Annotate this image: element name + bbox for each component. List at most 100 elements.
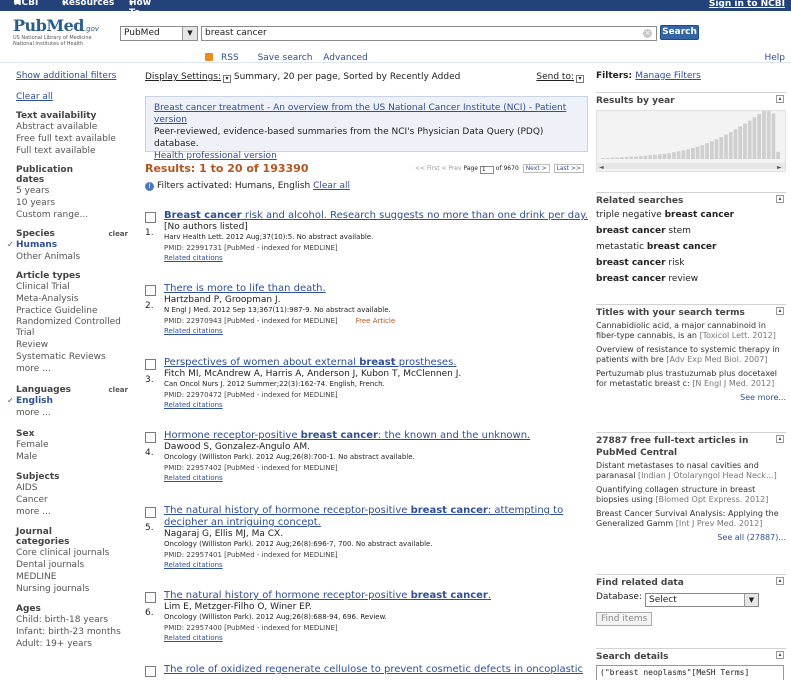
filter-item[interactable]: Other Animals: [16, 251, 128, 263]
year-bar[interactable]: [776, 151, 780, 159]
collapse-icon[interactable]: ▴: [776, 307, 784, 315]
title-result-link[interactable]: Cannabidiolic acid, a major cannabinoid …: [596, 321, 786, 341]
filter-item-selected[interactable]: ✓ Humans: [7, 239, 128, 251]
result-title-link[interactable]: The natural history of hormone receptor-…: [164, 505, 589, 529]
collapse-icon[interactable]: ▴: [776, 651, 784, 659]
filter-item[interactable]: Child: birth-18 years: [16, 614, 128, 626]
related-citations-link[interactable]: Related citations: [164, 254, 589, 262]
free-article-badge[interactable]: Free Article: [356, 317, 396, 325]
sign-in-link[interactable]: Sign in to NCBI: [709, 0, 785, 9]
year-bar[interactable]: [629, 156, 634, 159]
year-bar[interactable]: [624, 157, 629, 159]
collapse-icon[interactable]: ▴: [776, 435, 784, 443]
search-input[interactable]: breast cancer: [201, 26, 657, 41]
year-bar[interactable]: [676, 151, 681, 159]
result-checkbox[interactable]: [145, 285, 156, 296]
related-citations-link[interactable]: Related citations: [164, 561, 589, 569]
filter-item[interactable]: Nursing journals: [16, 583, 128, 595]
year-bar[interactable]: [743, 123, 747, 159]
results-by-year-chart[interactable]: ◄ ►: [596, 110, 786, 172]
related-search-link[interactable]: breast cancer risk: [596, 255, 786, 271]
year-bar[interactable]: [681, 150, 686, 159]
chevron-down-icon[interactable]: ▾: [222, 75, 231, 83]
title-result-link[interactable]: Pertuzumab plus trastuzumab plus docetax…: [596, 369, 786, 389]
scroll-right-icon[interactable]: ►: [777, 164, 782, 171]
year-bar[interactable]: [771, 113, 776, 159]
related-search-link[interactable]: breast cancer stem: [596, 223, 786, 239]
year-bar[interactable]: [738, 126, 743, 159]
year-bar[interactable]: [657, 154, 662, 159]
result-title-link[interactable]: The natural history of hormone receptor-…: [164, 590, 589, 602]
result-checkbox[interactable]: [145, 592, 156, 603]
result-checkbox[interactable]: [145, 666, 156, 677]
resources-menu[interactable]: Resources ▾: [62, 0, 114, 9]
year-bar[interactable]: [648, 155, 653, 159]
year-bar[interactable]: [724, 134, 728, 159]
database-select[interactable]: PubMed ▼: [120, 26, 198, 41]
related-search-link[interactable]: metastatic breast cancer: [596, 239, 786, 255]
year-bar[interactable]: [662, 153, 667, 159]
related-citations-link[interactable]: Related citations: [164, 401, 589, 409]
collapse-icon[interactable]: ▴: [776, 195, 784, 203]
related-search-link[interactable]: breast cancer review: [596, 271, 786, 287]
filter-more-link[interactable]: more ...: [16, 363, 128, 375]
year-bar[interactable]: [615, 157, 619, 159]
advanced-search-link[interactable]: Advanced: [323, 53, 367, 63]
year-bar[interactable]: [747, 120, 752, 159]
year-bar[interactable]: [705, 143, 709, 159]
filter-item[interactable]: Abstract available: [16, 121, 128, 133]
free-article-link[interactable]: Distant metastases to nasal cavities and…: [596, 461, 786, 481]
next-page-button[interactable]: Next >: [522, 164, 550, 173]
filter-item[interactable]: Review: [16, 339, 128, 351]
result-checkbox[interactable]: [145, 212, 156, 223]
result-title-link[interactable]: Breast cancer risk and alcohol. Research…: [164, 210, 589, 222]
year-bar[interactable]: [714, 139, 719, 159]
filter-more-link[interactable]: more ...: [16, 407, 128, 419]
filter-item[interactable]: Female: [16, 439, 128, 451]
year-bar[interactable]: [619, 157, 624, 159]
howto-menu[interactable]: How To ▾: [129, 0, 151, 18]
year-bar[interactable]: [709, 141, 714, 159]
year-bar[interactable]: [766, 111, 771, 159]
result-checkbox[interactable]: [145, 507, 156, 518]
collapse-icon[interactable]: ▴: [776, 95, 784, 103]
filter-item[interactable]: Free full text available: [16, 133, 128, 145]
filter-item[interactable]: Custom range...: [16, 209, 128, 221]
nci-patient-link[interactable]: Breast cancer treatment - An overview fr…: [154, 102, 579, 126]
year-bar[interactable]: [757, 113, 762, 159]
filter-item[interactable]: Clinical Trial: [16, 281, 128, 293]
year-bar[interactable]: [728, 132, 733, 159]
filter-item[interactable]: Meta-Analysis: [16, 293, 128, 305]
filter-item[interactable]: Systematic Reviews: [16, 351, 128, 363]
filter-item[interactable]: 10 years: [16, 197, 128, 209]
result-checkbox[interactable]: [145, 432, 156, 443]
filter-item[interactable]: Randomized Controlled Trial: [16, 317, 128, 339]
result-title-link[interactable]: Perspectives of women about external bre…: [164, 357, 589, 369]
year-bar[interactable]: [686, 149, 690, 159]
result-checkbox[interactable]: [145, 359, 156, 370]
free-article-link[interactable]: Breast Cancer Survival Analysis: Applyin…: [596, 509, 786, 529]
year-bar[interactable]: [634, 156, 638, 159]
related-citations-link[interactable]: Related citations: [164, 634, 589, 642]
search-button[interactable]: Search: [660, 25, 699, 40]
filter-item[interactable]: AIDS: [16, 482, 128, 494]
related-citations-link[interactable]: Related citations: [164, 327, 589, 335]
filter-more-link[interactable]: more ...: [16, 506, 128, 518]
send-to-menu[interactable]: Send to: ▾: [536, 70, 584, 84]
languages-clear-link[interactable]: clear: [109, 385, 128, 395]
filter-item[interactable]: Infant: birth-23 months: [16, 626, 128, 638]
manage-filters-link[interactable]: Manage Filters: [635, 71, 701, 81]
year-bar[interactable]: [601, 158, 605, 159]
filter-item[interactable]: 5 years: [16, 185, 128, 197]
pubmed-logo[interactable]: PubMed.gov US National Library of Medici…: [13, 16, 103, 56]
filter-item[interactable]: Adult: 19+ years: [16, 638, 128, 650]
show-additional-filters-link[interactable]: Show additional filters: [16, 70, 128, 82]
last-page-button[interactable]: Last >>: [553, 164, 584, 173]
collapse-icon[interactable]: ▴: [776, 577, 784, 585]
filter-item[interactable]: Practice Guideline: [16, 305, 128, 317]
first-page-link[interactable]: << First: [415, 165, 440, 172]
save-search-link[interactable]: Save search: [258, 53, 313, 63]
help-link[interactable]: Help: [764, 53, 785, 63]
see-more-link[interactable]: See more...: [596, 393, 786, 402]
filter-item[interactable]: Core clinical journals: [16, 547, 128, 559]
